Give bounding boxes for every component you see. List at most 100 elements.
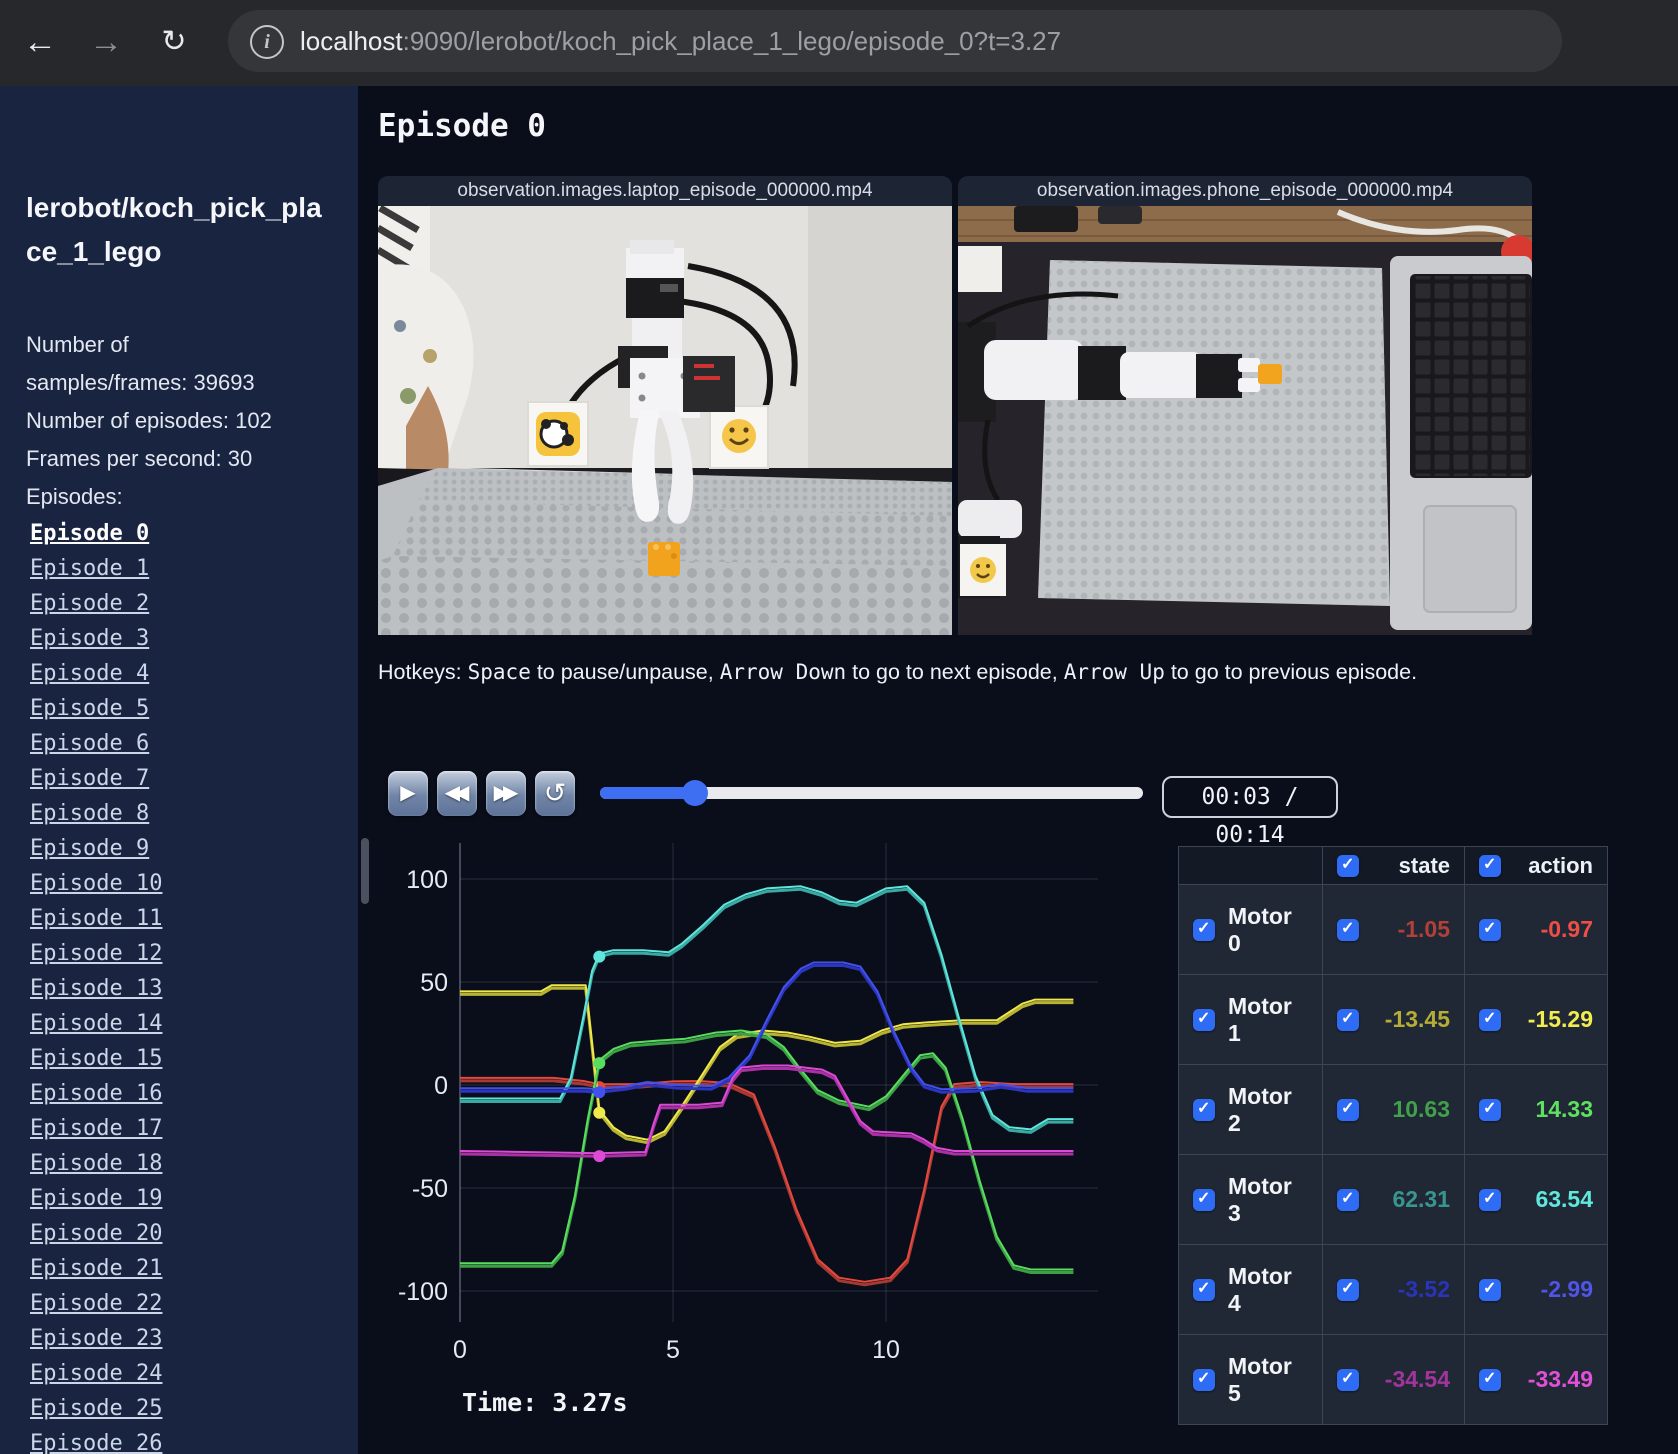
seek-slider[interactable]: [600, 780, 1143, 806]
state-checkbox[interactable]: [1337, 1008, 1359, 1031]
motor-checkbox[interactable]: [1193, 1368, 1215, 1391]
loop-button[interactable]: ↺: [535, 771, 575, 816]
sidebar-episode-link[interactable]: Episode 21: [30, 1251, 350, 1286]
x-tick-label: 5: [666, 1336, 680, 1364]
sidebar-episode-link[interactable]: Episode 1: [30, 551, 350, 586]
sidebar-episode-link[interactable]: Episode 8: [30, 796, 350, 831]
sidebar-episode-link[interactable]: Episode 18: [30, 1146, 350, 1181]
action-checkbox[interactable]: [1479, 1368, 1501, 1391]
sidebar-episode-link[interactable]: Episode 4: [30, 656, 350, 691]
action-value: 14.33: [1535, 1096, 1593, 1122]
sidebar-episode-link[interactable]: Episode 22: [30, 1286, 350, 1321]
scrollbar-thumb[interactable]: [361, 838, 369, 904]
state-value: -13.45: [1384, 1006, 1450, 1032]
sidebar-episode-link[interactable]: Episode 5: [30, 691, 350, 726]
state-value: -3.52: [1397, 1276, 1450, 1302]
series-action-line: [460, 984, 1074, 1141]
rewind-button[interactable]: ◀◀: [437, 771, 477, 816]
sidebar-episode-link[interactable]: Episode 17: [30, 1111, 350, 1146]
action-checkbox[interactable]: [1479, 1188, 1501, 1211]
sidebar-episode-link[interactable]: Episode 26: [30, 1426, 350, 1454]
motor-label: Motor 3: [1228, 1172, 1292, 1226]
video-title-laptop: observation.images.laptop_episode_000000…: [378, 176, 952, 206]
seek-slider-thumb[interactable]: [682, 780, 709, 806]
motor-row: Motor 0 -1.05 -0.97: [1178, 884, 1608, 975]
sidebar-episode-link[interactable]: Episode 10: [30, 866, 350, 901]
state-checkbox[interactable]: [1337, 918, 1359, 941]
dataset-info-line: samples/frames: 39693: [26, 370, 255, 395]
sidebar-episode-link[interactable]: Episode 6: [30, 726, 350, 761]
phone-video-frame[interactable]: [958, 206, 1535, 635]
state-checkbox[interactable]: [1337, 1188, 1359, 1211]
phone-camera-scene: [958, 206, 1535, 635]
state-value: -34.54: [1384, 1366, 1450, 1392]
dataset-info-line: Number of episodes: 102: [26, 408, 272, 433]
y-tick-label: 100: [406, 866, 448, 894]
y-tick-label: -100: [398, 1278, 448, 1306]
sidebar-episode-link[interactable]: Episode 2: [30, 586, 350, 621]
sidebar-episode-link[interactable]: Episode 15: [30, 1041, 350, 1076]
x-tick-label: 0: [453, 1336, 467, 1364]
sidebar-episode-link[interactable]: Episode 12: [30, 936, 350, 971]
sidebar-episode-link[interactable]: Episode 16: [30, 1076, 350, 1111]
dataset-info-line: Frames per second: 30: [26, 446, 253, 471]
action-column-checkbox[interactable]: [1479, 854, 1501, 877]
current-time-marker: [593, 1150, 606, 1163]
play-button[interactable]: ▶: [388, 771, 428, 816]
sidebar-episode-link[interactable]: Episode 7: [30, 761, 350, 796]
rewind-button-icon: ◀◀: [444, 782, 470, 804]
sidebar-episode-link[interactable]: Episode 13: [30, 971, 350, 1006]
seek-slider-fill: [600, 787, 696, 799]
state-checkbox[interactable]: [1337, 1098, 1359, 1121]
current-time-marker: [593, 1057, 606, 1070]
state-checkbox[interactable]: [1337, 1278, 1359, 1301]
sidebar-episode-link[interactable]: Episode 9: [30, 831, 350, 866]
current-time-marker: [593, 1086, 606, 1099]
action-checkbox[interactable]: [1479, 1008, 1501, 1031]
motor-label: Motor 5: [1228, 1352, 1292, 1406]
state-column-checkbox[interactable]: [1337, 854, 1359, 877]
motor-checkbox[interactable]: [1193, 1008, 1215, 1031]
sidebar-episode-link[interactable]: Episode 20: [30, 1216, 350, 1251]
y-tick-label: -50: [412, 1175, 448, 1203]
video-title-phone: observation.images.phone_episode_000000.…: [958, 176, 1532, 206]
hotkeys-prefix: Hotkeys:: [378, 660, 468, 684]
laptop-video-frame[interactable]: [376, 204, 952, 635]
sidebar-episode-link[interactable]: Episode 11: [30, 901, 350, 936]
sidebar-episode-link[interactable]: Episode 23: [30, 1321, 350, 1356]
motor-label: Motor 2: [1228, 1082, 1292, 1136]
hotkeys-mid2: to go to next episode,: [846, 660, 1064, 684]
site-info-icon[interactable]: i: [250, 25, 284, 59]
action-checkbox[interactable]: [1479, 1098, 1501, 1121]
motor-checkbox[interactable]: [1193, 1278, 1215, 1301]
browser-toolbar: ← → ↻ i localhost:9090/lerobot/koch_pick…: [0, 0, 1678, 86]
action-checkbox[interactable]: [1479, 1278, 1501, 1301]
motor-checkbox[interactable]: [1193, 918, 1215, 941]
sidebar-episode-link[interactable]: Episode 14: [30, 1006, 350, 1041]
sidebar-episode-link[interactable]: Episode 25: [30, 1391, 350, 1426]
sidebar-episode-link[interactable]: Episode 0: [30, 516, 350, 551]
y-tick-label: 50: [420, 969, 448, 997]
motor-row: Motor 3 62.31 63.54: [1178, 1154, 1608, 1245]
motor-label: Motor 1: [1228, 992, 1292, 1046]
fast-forward-button[interactable]: ▶▶: [486, 771, 526, 816]
sidebar-episode-link[interactable]: Episode 3: [30, 621, 350, 656]
action-value: -0.97: [1540, 916, 1593, 942]
sidebar-episode-link[interactable]: Episode 24: [30, 1356, 350, 1391]
address-bar[interactable]: i localhost:9090/lerobot/koch_pick_place…: [228, 10, 1562, 72]
current-time-label: Time: 3.27s: [462, 1388, 628, 1417]
action-value: -15.29: [1527, 1006, 1593, 1032]
url-text[interactable]: localhost:9090/lerobot/koch_pick_place_1…: [300, 10, 1061, 72]
fast-forward-button-icon: ▶▶: [493, 782, 519, 804]
reload-icon[interactable]: ↻: [152, 18, 196, 66]
sidebar-episode-link[interactable]: Episode 19: [30, 1181, 350, 1216]
motor-label: Motor 4: [1228, 1262, 1292, 1316]
action-checkbox[interactable]: [1479, 918, 1501, 941]
motor-checkbox[interactable]: [1193, 1188, 1215, 1211]
motor-checkbox[interactable]: [1193, 1098, 1215, 1121]
hotkey-arrow-down: Arrow Down: [719, 660, 847, 684]
forward-icon[interactable]: →: [84, 18, 128, 66]
current-time-marker: [593, 1106, 606, 1119]
back-icon[interactable]: ←: [18, 18, 62, 66]
state-checkbox[interactable]: [1337, 1368, 1359, 1391]
